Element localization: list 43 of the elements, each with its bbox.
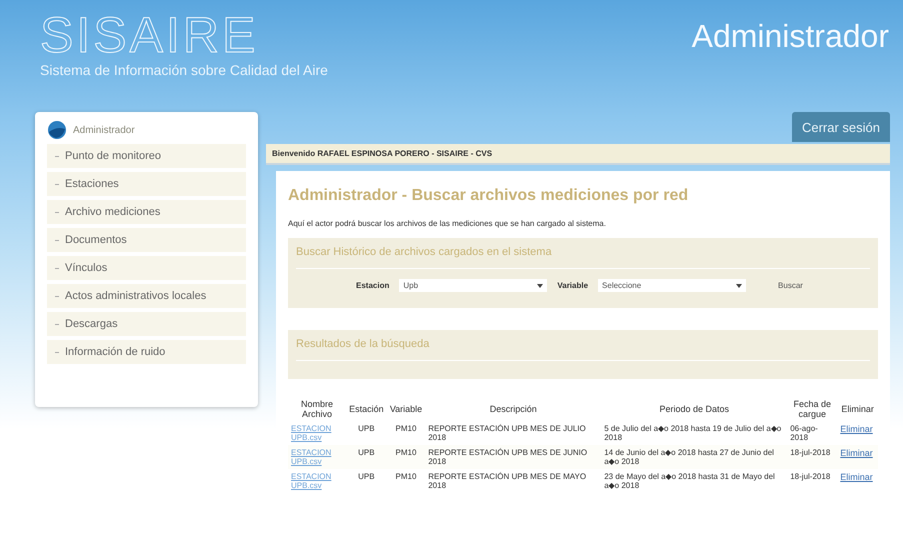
file-link[interactable]: ESTACION UPB.csv	[291, 424, 343, 442]
delete-link[interactable]: Eliminar	[840, 472, 875, 482]
search-panel-title: Buscar Histórico de archivos cargados en el sistema	[296, 246, 870, 269]
sidebar-item[interactable]: Documentos	[47, 228, 246, 252]
table-cell: REPORTE ESTACIÓN UPB MES DE JUNIO 2018	[425, 445, 602, 469]
table-cell: 14 de Junio del a◆o 2018 hasta 27 de Junio del a◆o 2018	[601, 445, 788, 469]
results-title: Resultados de la búsqueda	[296, 338, 870, 361]
sidebar-item[interactable]: Archivo mediciones	[47, 200, 246, 224]
intro-text: Aquí el actor podrá buscar los archivos de las mediciones que se han cargado al sistema.	[288, 219, 607, 228]
column-header: Variable	[388, 403, 424, 416]
sidebar-item[interactable]: Descargas	[47, 312, 246, 336]
column-header: Fecha de cargue	[792, 398, 832, 421]
column-header: Estación	[348, 403, 385, 416]
column-header: Periodo de Datos	[658, 403, 730, 416]
site-logo: SISAIRE	[40, 10, 260, 60]
sidebar-item[interactable]: Actos administrativos locales	[47, 284, 246, 308]
sidebar-item[interactable]: Vínculos	[47, 256, 246, 280]
table-cell: UPB	[346, 445, 387, 469]
logout-button[interactable]: Cerrar sesión	[792, 112, 890, 142]
variable-label: Variable	[557, 281, 588, 290]
caret-icon	[736, 284, 742, 288]
station-select[interactable]: Upb	[399, 279, 548, 292]
caret-icon	[537, 284, 544, 288]
station-label: Estacion	[356, 281, 390, 290]
sidebar-item[interactable]: Estaciones	[47, 172, 246, 196]
sidebar-item[interactable]: Información de ruido	[47, 340, 246, 364]
globe-icon	[47, 120, 67, 140]
column-header: Nombre Archivo	[300, 398, 334, 421]
welcome-bar: Bienvenido RAFAEL ESPINOSA PORERO - SISAIRE - CVS	[266, 144, 890, 165]
variable-select[interactable]: Seleccione	[598, 279, 746, 292]
file-link[interactable]: ESTACION UPB.csv	[291, 472, 343, 490]
delete-link[interactable]: Eliminar	[840, 424, 875, 434]
sidebar-title: Administrador	[73, 124, 135, 136]
table-cell: REPORTE ESTACIÓN UPB MES DE JULIO 2018	[425, 421, 602, 445]
search-button[interactable]: Buscar	[772, 280, 809, 291]
column-header: Eliminar	[840, 403, 875, 416]
table-cell: 18-jul-2018	[787, 445, 838, 469]
role-title: Administrador	[692, 17, 889, 56]
table-cell: PM10	[386, 445, 426, 469]
page-title: Administrador - Buscar archivos mediciones por red	[288, 186, 690, 206]
column-header: Descripción	[488, 403, 538, 416]
site-subtitle: Sistema de Información sobre Calidad del Aire	[40, 62, 328, 78]
sidebar-item[interactable]: Punto de monitoreo	[47, 144, 246, 168]
